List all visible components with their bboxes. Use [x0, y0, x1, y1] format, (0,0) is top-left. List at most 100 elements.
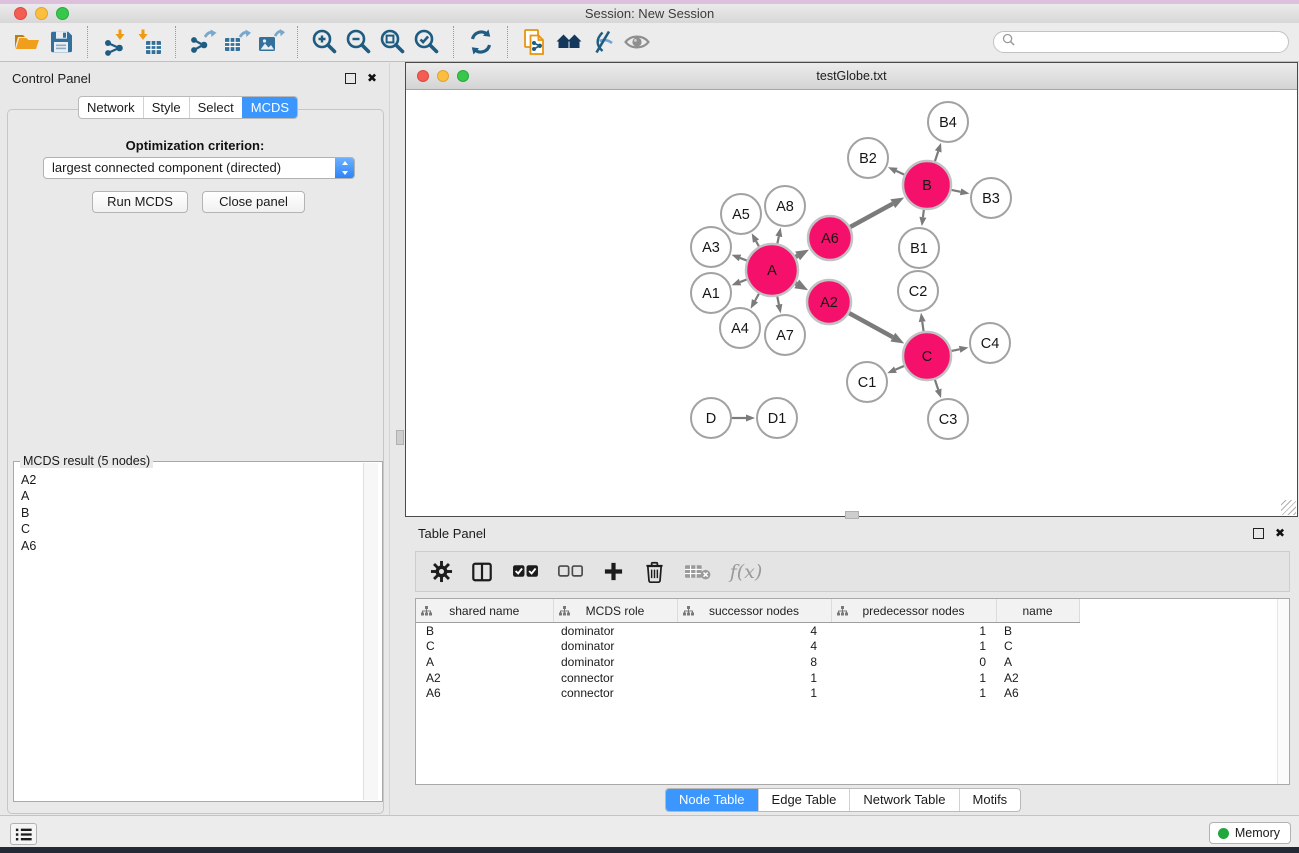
table-row-A[interactable]: Adominator80A: [416, 654, 1079, 670]
float-panel-icon[interactable]: [345, 73, 356, 84]
node-B[interactable]: B: [903, 161, 951, 209]
edge-A-A6[interactable]: [795, 250, 809, 261]
node-A1[interactable]: A1: [691, 273, 731, 313]
list-item[interactable]: A: [21, 488, 362, 504]
edge-C-C2[interactable]: [919, 313, 926, 331]
node-A6[interactable]: A6: [808, 216, 852, 260]
network-window-titlebar[interactable]: testGlobe.txt: [406, 63, 1297, 90]
export-image-button[interactable]: [254, 26, 288, 58]
edge-C-C4[interactable]: [951, 346, 968, 353]
tab-mcds[interactable]: MCDS: [242, 97, 297, 118]
new-network-from-selection-button[interactable]: [518, 26, 552, 58]
apply-layout-button[interactable]: [464, 26, 498, 58]
zoom-out-button[interactable]: [342, 26, 376, 58]
list-scrollbar[interactable]: [363, 463, 378, 800]
network-maximize-button[interactable]: [457, 70, 469, 82]
table-settings-button[interactable]: [426, 557, 456, 587]
close-window-button[interactable]: [14, 7, 27, 20]
edge-A-A5[interactable]: [752, 233, 759, 246]
zoom-in-button[interactable]: [308, 26, 342, 58]
export-network-button[interactable]: [186, 26, 220, 58]
zoom-selected-button[interactable]: [410, 26, 444, 58]
select-all-button[interactable]: [508, 557, 542, 587]
tab-select[interactable]: Select: [189, 97, 242, 118]
edge-A-A1[interactable]: [732, 279, 747, 286]
edge-A-A4[interactable]: [751, 294, 759, 309]
edge-A6-B[interactable]: [850, 197, 904, 227]
node-A3[interactable]: A3: [691, 227, 731, 267]
column-header-predecessor-nodes[interactable]: predecessor nodes: [831, 599, 996, 623]
node-A5[interactable]: A5: [721, 194, 761, 234]
node-A4[interactable]: A4: [720, 308, 760, 348]
memory-button[interactable]: Memory: [1209, 822, 1291, 844]
maximize-window-button[interactable]: [56, 7, 69, 20]
node-C1[interactable]: C1: [847, 362, 887, 402]
node-C4[interactable]: C4: [970, 323, 1010, 363]
edge-A-A3[interactable]: [732, 255, 747, 262]
node-C[interactable]: C: [903, 332, 951, 380]
node-table-container[interactable]: shared nameMCDS rolesuccessor nodesprede…: [415, 598, 1290, 785]
tab-network[interactable]: Network: [79, 97, 143, 118]
import-table-button[interactable]: [132, 26, 166, 58]
node-D[interactable]: D: [691, 398, 731, 438]
first-neighbors-button[interactable]: [552, 26, 586, 58]
network-graph[interactable]: B4B2BB3A5A8A6B1A3AC2A1A2A4A7CC4C1C3DD1: [406, 90, 1297, 516]
main-titlebar[interactable]: Session: New Session: [0, 4, 1299, 23]
mcds-result-list[interactable]: A2ABCA6: [13, 461, 383, 802]
node-B1[interactable]: B1: [899, 228, 939, 268]
network-close-button[interactable]: [417, 70, 429, 82]
table-scrollbar[interactable]: [1277, 599, 1289, 784]
close-panel-icon[interactable]: ✖: [367, 72, 377, 84]
column-header-name[interactable]: name: [996, 599, 1079, 623]
search-field[interactable]: [993, 31, 1289, 53]
edge-C-C3[interactable]: [935, 380, 942, 398]
column-header-mcds-role[interactable]: MCDS role: [553, 599, 677, 623]
node-A8[interactable]: A8: [765, 186, 805, 226]
edge-A2-C[interactable]: [849, 313, 904, 343]
close-panel-icon[interactable]: ✖: [1275, 527, 1285, 539]
list-item[interactable]: C: [21, 521, 362, 537]
function-builder-button[interactable]: f(x): [725, 557, 767, 587]
export-table-button[interactable]: [220, 26, 254, 58]
task-history-button[interactable]: [10, 823, 37, 845]
deselect-all-button[interactable]: [553, 557, 587, 587]
resize-grip[interactable]: [1281, 500, 1296, 515]
node-A[interactable]: A: [746, 244, 798, 296]
table-row-B[interactable]: Bdominator41B: [416, 623, 1079, 639]
list-item[interactable]: A2: [21, 472, 362, 488]
list-item[interactable]: A6: [21, 538, 362, 554]
tab-motifs[interactable]: Motifs: [959, 789, 1021, 811]
edge-B-B4[interactable]: [935, 143, 942, 161]
table-row-C[interactable]: Cdominator41C: [416, 639, 1079, 655]
minimize-window-button[interactable]: [35, 7, 48, 20]
tab-node-table[interactable]: Node Table: [666, 789, 758, 811]
import-network-button[interactable]: [98, 26, 132, 58]
edge-B-B1[interactable]: [919, 210, 926, 226]
tab-style[interactable]: Style: [143, 97, 189, 118]
node-B3[interactable]: B3: [971, 178, 1011, 218]
table-row-A6[interactable]: A6connector11A6: [416, 685, 1079, 701]
edge-B-B3[interactable]: [951, 188, 969, 195]
node-A7[interactable]: A7: [765, 315, 805, 355]
delete-button[interactable]: [639, 557, 669, 587]
close-panel-button[interactable]: Close panel: [202, 191, 305, 213]
save-button[interactable]: [44, 26, 78, 58]
edge-C-C1[interactable]: [887, 366, 904, 373]
zoom-fit-button[interactable]: [376, 26, 410, 58]
table-row-A2[interactable]: A2connector11A2: [416, 670, 1079, 686]
edge-A-A7[interactable]: [775, 296, 782, 313]
column-header-shared-name[interactable]: shared name: [416, 599, 553, 623]
float-panel-icon[interactable]: [1253, 528, 1264, 539]
add-row-button[interactable]: [598, 557, 628, 587]
node-B2[interactable]: B2: [848, 138, 888, 178]
network-minimize-button[interactable]: [437, 70, 449, 82]
show-graphics-details-button[interactable]: [620, 26, 654, 58]
node-table[interactable]: shared nameMCDS rolesuccessor nodesprede…: [416, 599, 1080, 701]
edge-A-A8[interactable]: [775, 228, 782, 244]
tab-network-table[interactable]: Network Table: [849, 789, 958, 811]
hide-graphics-details-button[interactable]: [586, 26, 620, 58]
edge-B-B2[interactable]: [888, 167, 904, 174]
tab-edge-table[interactable]: Edge Table: [758, 789, 850, 811]
network-canvas[interactable]: B4B2BB3A5A8A6B1A3AC2A1A2A4A7CC4C1C3DD1: [406, 90, 1297, 516]
show-columns-button[interactable]: [467, 557, 497, 587]
